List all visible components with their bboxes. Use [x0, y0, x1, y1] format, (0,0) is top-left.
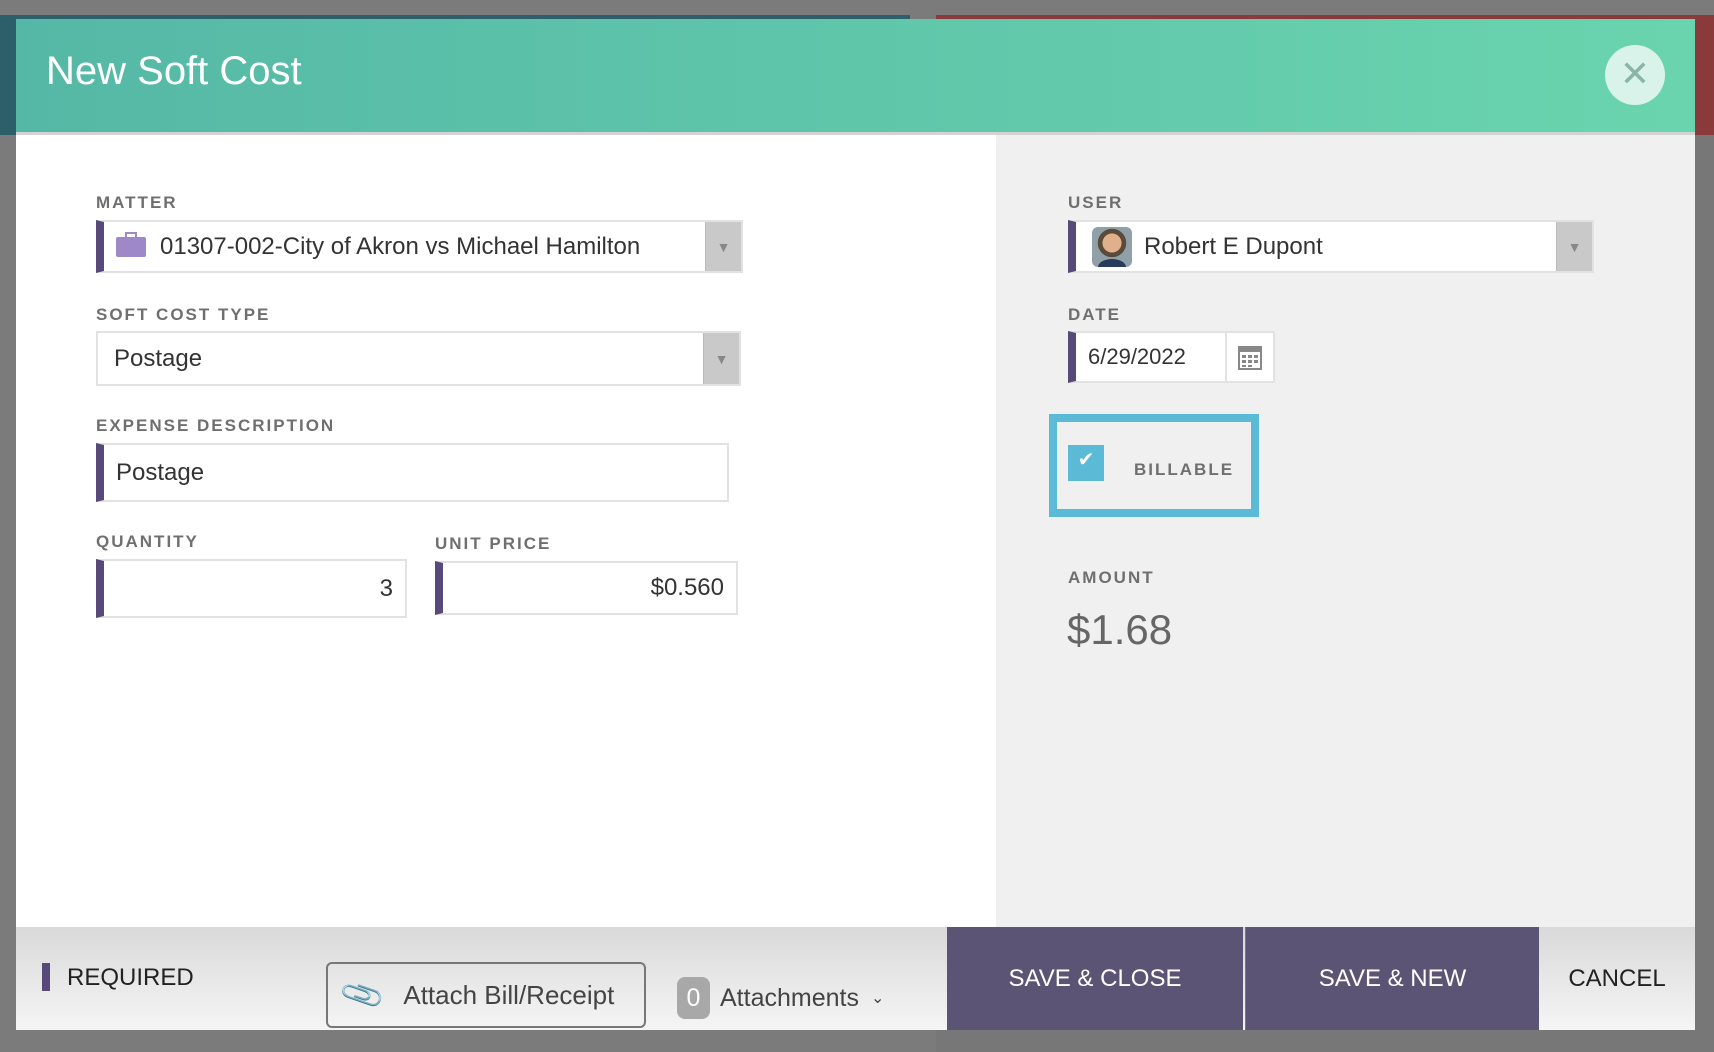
soft-cost-type-value: Postage: [114, 344, 203, 372]
matter-value: 01307-002-City of Akron vs Michael Hamil…: [160, 232, 641, 260]
matter-select[interactable]: 01307-002-City of Akron vs Michael Hamil…: [96, 220, 743, 273]
save-new-button[interactable]: SAVE & NEW: [1245, 927, 1539, 1030]
new-soft-cost-dialog: New Soft Cost ✕ MATTER 01307-002-City of…: [16, 19, 1695, 1030]
attachments-label: Attachments: [720, 983, 859, 1012]
left-form-panel: MATTER 01307-002-City of Akron vs Michae…: [16, 135, 996, 946]
date-label: DATE: [1068, 305, 1122, 324]
matter-label: MATTER: [96, 193, 178, 212]
cancel-button[interactable]: CANCEL: [1539, 927, 1695, 1030]
dialog-header: New Soft Cost ✕: [16, 19, 1695, 135]
amount-label: AMOUNT: [1068, 568, 1155, 587]
paperclip-icon: 📎: [338, 971, 388, 1019]
attachments-count-badge: 0: [677, 977, 710, 1019]
unit-price-label: UNIT PRICE: [435, 534, 552, 553]
required-indicator: [42, 963, 50, 991]
unit-price-value: $0.560: [650, 574, 724, 601]
billable-checkbox[interactable]: ✔: [1068, 445, 1104, 481]
chevron-down-icon: ⌄: [870, 990, 885, 1007]
quantity-label: QUANTITY: [96, 532, 199, 551]
billable-toggle[interactable]: ✔ BILLABLE: [1049, 414, 1259, 517]
calendar-icon[interactable]: [1225, 333, 1273, 381]
right-form-panel: USER Robert E Dupont ▼ DATE 6/29/2022 ✔ …: [996, 135, 1695, 946]
unit-price-input[interactable]: $0.560: [435, 561, 738, 615]
attachments-dropdown[interactable]: 0 Attachments ⌄: [677, 977, 884, 1019]
expense-description-input[interactable]: Postage: [96, 443, 729, 502]
attach-bill-label: Attach Bill/Receipt: [403, 979, 615, 1010]
briefcase-icon: [116, 231, 146, 257]
amount-value: $1.68: [1067, 606, 1173, 653]
soft-cost-type-select[interactable]: Postage ▼: [96, 331, 741, 386]
user-value: Robert E Dupont: [1144, 232, 1323, 260]
user-select[interactable]: Robert E Dupont ▼: [1068, 220, 1594, 273]
user-label: USER: [1068, 193, 1124, 212]
user-avatar: [1092, 226, 1132, 267]
date-input[interactable]: 6/29/2022: [1068, 331, 1275, 383]
dialog-title: New Soft Cost: [46, 49, 302, 93]
quantity-value: 3: [379, 574, 393, 602]
close-icon[interactable]: ✕: [1605, 45, 1665, 105]
dialog-footer: REQUIRED 📎 Attach Bill/Receipt 0 Attachm…: [16, 927, 1695, 1030]
chevron-down-icon[interactable]: ▼: [705, 222, 741, 271]
expense-description-value: Postage: [116, 458, 205, 486]
save-close-button[interactable]: SAVE & CLOSE: [947, 927, 1243, 1030]
date-value: 6/29/2022: [1088, 344, 1186, 369]
billable-label: BILLABLE: [1134, 460, 1235, 479]
attach-bill-button[interactable]: 📎 Attach Bill/Receipt: [326, 962, 646, 1028]
chevron-down-icon[interactable]: ▼: [1556, 222, 1592, 271]
soft-cost-type-label: SOFT COST TYPE: [96, 305, 271, 324]
chevron-down-icon[interactable]: ▼: [703, 333, 739, 384]
expense-description-label: EXPENSE DESCRIPTION: [96, 416, 336, 435]
quantity-input[interactable]: 3: [96, 559, 407, 618]
required-label: REQUIRED: [67, 964, 194, 991]
